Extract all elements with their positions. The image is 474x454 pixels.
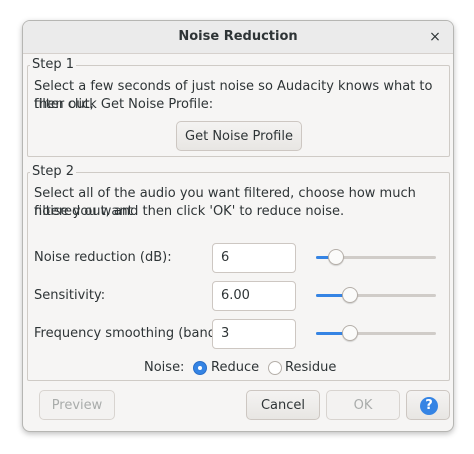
reduce-radio-label[interactable]: Reduce xyxy=(211,359,259,377)
help-button[interactable]: ? xyxy=(406,390,450,420)
noise-label: Noise: xyxy=(144,360,185,375)
frequency-smoothing-label: Frequency smoothing (bands): xyxy=(34,326,233,341)
step2-description-line2: filtered out, and then click 'OK' to red… xyxy=(34,204,345,219)
help-icon: ? xyxy=(420,397,438,415)
step2-label: Step 2 xyxy=(30,164,77,179)
get-noise-profile-button[interactable]: Get Noise Profile xyxy=(176,121,302,151)
title-bar[interactable]: Noise Reduction × xyxy=(23,21,453,54)
step2-group: Step 2 Select all of the audio you want … xyxy=(27,164,450,381)
noise-reduction-input[interactable]: 6 xyxy=(212,243,296,273)
step1-group: Step 1 Select a few seconds of just nois… xyxy=(27,57,450,157)
preview-button[interactable]: Preview xyxy=(39,390,115,420)
residue-radio-label[interactable]: Residue xyxy=(285,359,336,377)
frequency-smoothing-input[interactable]: 3 xyxy=(212,319,296,349)
frequency-smoothing-slider[interactable] xyxy=(316,324,436,344)
ok-button[interactable]: OK xyxy=(326,390,400,420)
sensitivity-slider[interactable] xyxy=(316,286,436,306)
close-icon[interactable]: × xyxy=(427,29,443,45)
noise-reduction-dialog: Noise Reduction × Step 1 Select a few se… xyxy=(22,20,454,432)
cancel-button[interactable]: Cancel xyxy=(246,390,320,420)
noise-reduction-slider[interactable] xyxy=(316,248,436,268)
sensitivity-input[interactable]: 6.00 xyxy=(212,281,296,311)
residue-radio[interactable] xyxy=(268,361,282,375)
reduce-radio[interactable] xyxy=(193,361,207,375)
step1-description-line2: then click Get Noise Profile: xyxy=(34,97,214,112)
sensitivity-label: Sensitivity: xyxy=(34,288,106,303)
dialog-title: Noise Reduction xyxy=(178,29,298,44)
step1-label: Step 1 xyxy=(30,57,77,72)
noise-reduction-label: Noise reduction (dB): xyxy=(34,250,172,265)
